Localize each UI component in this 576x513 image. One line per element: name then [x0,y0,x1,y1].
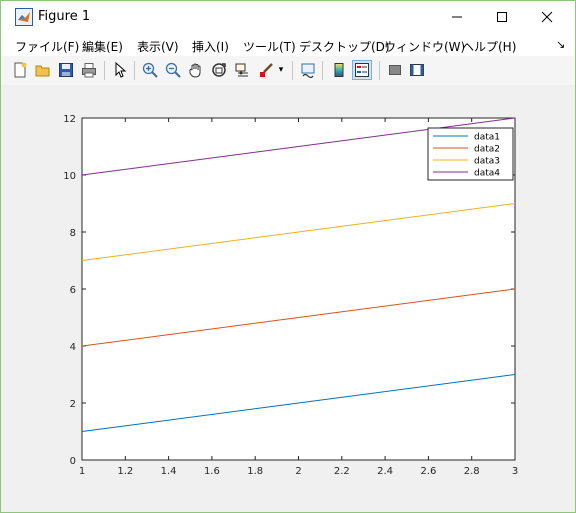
brush-icon [260,63,273,77]
toolbar-separator [134,61,135,80]
legend-icon [355,63,369,77]
pan-hand-icon [189,63,201,78]
menu-bar: ファイル(F) 編集(E) 表示(V) 挿入(I) ツール(T) デスクトップ(… [1,32,575,56]
menu-view[interactable]: 表示(V) [137,38,179,55]
brush-dropdown[interactable]: ▾ [276,60,286,80]
link-plot-icon [301,63,315,78]
data-cursor-button[interactable] [232,60,252,80]
brush-button[interactable] [256,60,276,80]
save-icon [59,63,73,77]
legend-button[interactable] [352,60,372,80]
toolbar-separator [379,61,380,80]
new-figure-button[interactable] [10,60,30,80]
rotate-3d-icon [212,63,226,77]
colorbar-icon [334,63,344,77]
close-button[interactable] [524,1,569,32]
rotate-3d-button[interactable] [209,60,229,80]
y-tick-label: 6 [70,285,76,296]
maximize-icon [496,11,507,22]
menu-edit[interactable]: 編集(E) [82,38,123,55]
x-tick-label: 2 [295,466,301,477]
save-button[interactable] [56,60,76,80]
x-tick-label: 1.8 [247,466,263,477]
zoom-out-button[interactable] [163,60,183,80]
zoom-in-icon [142,62,158,78]
x-tick-label: 2.4 [377,466,393,477]
minimize-button[interactable] [434,1,479,32]
window-title: Figure 1 [38,9,91,24]
chevron-down-icon: ▾ [278,65,284,75]
menu-tools[interactable]: ツール(T) [243,38,296,55]
line-chart[interactable]: 1 1.2 1.4 1.6 1.8 2 2.2 2.4 2.6 2.8 3 0 2 4 6 8 10 12 dat… [1,85,575,512]
legend-label: data2 [474,145,500,155]
figure-canvas[interactable]: 1 1.2 1.4 1.6 1.8 2 2.2 2.4 2.6 2.8 3 0 2 4 6 8 10 12 dat… [1,85,575,512]
y-tick-label: 4 [70,342,76,353]
zoom-in-button[interactable] [140,60,160,80]
toolbar-separator [104,61,105,80]
toolbar: ▾ [1,56,575,86]
print-button[interactable] [79,60,99,80]
x-tick-label: 1.2 [117,466,133,477]
maximize-button[interactable] [479,1,524,32]
y-tick-label: 10 [63,171,76,182]
hide-plot-tools-button[interactable] [385,60,405,80]
colorbar-button[interactable] [329,60,349,80]
new-figure-icon [14,62,27,78]
print-icon [82,63,96,78]
open-file-icon [35,65,50,77]
title-bar[interactable]: Figure 1 [1,1,575,32]
show-plot-tools-icon [410,64,424,76]
toolbar-separator [322,61,323,80]
y-tick-label: 2 [70,399,76,410]
x-tick-label: 1.6 [204,466,220,477]
toolbar-separator [292,61,293,80]
menu-window[interactable]: ウィンドウ(W) [384,38,465,55]
x-tick-label: 3 [512,466,518,477]
menu-insert[interactable]: 挿入(I) [192,38,229,55]
zoom-out-icon [165,62,181,78]
y-tick-label: 12 [63,114,76,125]
x-tick-label: 2.2 [334,466,350,477]
dock-arrow-icon[interactable]: ↘ [556,38,565,51]
menu-help[interactable]: ヘルプ(H) [462,38,516,55]
hide-plot-tools-icon [389,65,401,75]
x-tick-label: 2.8 [464,466,480,477]
select-button[interactable] [110,60,130,80]
x-tick-label: 2.6 [420,466,436,477]
link-plot-button[interactable] [298,60,318,80]
legend-label: data3 [474,157,500,167]
data-cursor-icon [235,63,248,77]
menu-file[interactable]: ファイル(F) [15,38,79,55]
y-tick-label: 0 [70,456,76,467]
close-icon [541,11,552,22]
legend-label: data4 [474,169,500,179]
x-tick-label: 1 [79,466,85,477]
select-arrow-icon [115,62,127,78]
pan-button[interactable] [186,60,206,80]
x-tick-label: 1.4 [161,466,177,477]
legend-label: data1 [474,133,500,143]
show-plot-tools-button[interactable] [407,60,427,80]
matlab-icon [15,8,33,26]
y-tick-label: 8 [70,228,76,239]
menu-desktop[interactable]: デスクトップ(D) [299,38,390,55]
figure-window: Figure 1 ファイル(F) 編集(E) 表示(V) 挿入(I) ツール(T… [0,0,576,513]
minimize-icon [451,16,462,17]
open-file-button[interactable] [33,60,53,80]
